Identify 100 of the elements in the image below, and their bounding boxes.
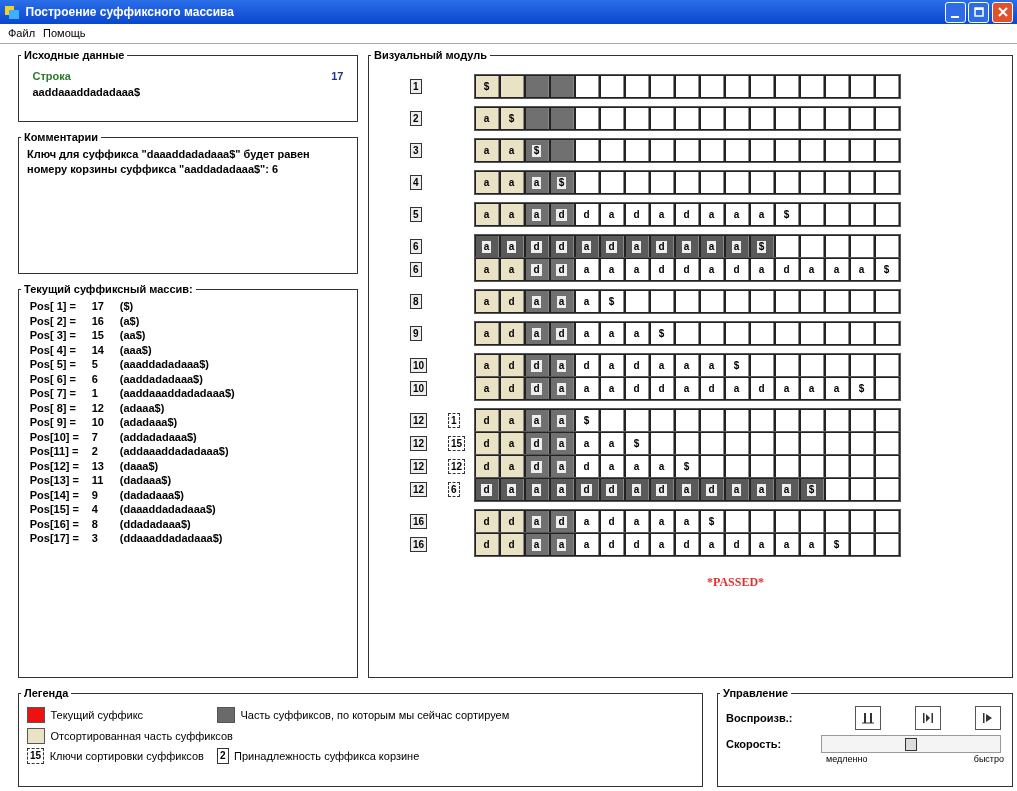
grid-cell: a — [475, 322, 500, 345]
grid-cell — [625, 75, 650, 98]
maximize-button[interactable] — [968, 1, 990, 23]
suffix-text: (adadaaa$) — [119, 415, 178, 430]
close-button[interactable] — [992, 1, 1013, 23]
key-label: 16 — [410, 537, 428, 552]
step-button[interactable] — [915, 705, 942, 730]
key-label: 12 — [410, 436, 428, 451]
grid-cell: $ — [625, 432, 650, 455]
group-title: Комментарии — [23, 132, 100, 143]
pause-button[interactable] — [855, 705, 882, 730]
play-button[interactable] — [975, 705, 1002, 730]
suffix-text: (daaaddadadaaa$) — [119, 502, 216, 517]
grid-cell: a — [675, 235, 700, 258]
grid-cell: d — [500, 354, 525, 377]
grid-cell: d — [600, 533, 625, 556]
grid-cell: a — [550, 533, 575, 556]
array-index: Pos[14] = — [29, 487, 80, 502]
grid-cell — [800, 75, 825, 98]
grid-cell — [775, 409, 800, 432]
grid-cell — [850, 432, 875, 455]
grid-cell — [875, 533, 900, 556]
grid-cell — [850, 322, 875, 345]
menu-item[interactable]: Файл — [4, 25, 40, 42]
grid-cell — [650, 171, 675, 194]
grid-cell — [775, 75, 800, 98]
group-title: Текущий суффиксный массив: — [23, 284, 194, 295]
grid-cell — [825, 139, 850, 162]
grid-cell — [575, 75, 600, 98]
array-value: 9 — [91, 487, 99, 502]
grid-cell: a — [575, 258, 600, 281]
grid-cell: d — [550, 235, 575, 258]
grid-cell: a — [500, 409, 525, 432]
key-label: 10 — [410, 381, 428, 396]
grid-cell — [750, 432, 775, 455]
grid-cell: a — [500, 171, 525, 194]
grid-cell: a — [800, 258, 825, 281]
step-icon — [921, 710, 936, 725]
grid-cell: a — [475, 377, 500, 400]
grid-cell — [675, 171, 700, 194]
array-value: 16 — [91, 313, 105, 328]
grid-cell — [775, 510, 800, 533]
suffix-text: (aaaddadadaaa$) — [119, 357, 209, 372]
grid-cell — [550, 75, 575, 98]
grid-cell: d — [475, 533, 500, 556]
grid-cell — [575, 139, 600, 162]
array-index: Pos[13] = — [29, 473, 80, 488]
grid-cell: d — [475, 432, 500, 455]
minimize-button[interactable] — [944, 1, 966, 23]
grid-cell — [825, 203, 850, 226]
grid-cell — [625, 171, 650, 194]
array-index: Pos[11] = — [29, 444, 80, 459]
suffix-text: (aa$) — [119, 328, 146, 343]
grid-cell — [825, 455, 850, 478]
grid-cell — [650, 107, 675, 130]
grid-cell: a — [750, 203, 775, 226]
grid-cell — [675, 139, 700, 162]
grid-cell: a — [625, 258, 650, 281]
grid-cell — [875, 354, 900, 377]
grid-cell: d — [750, 377, 775, 400]
grid-cell — [675, 409, 700, 432]
grid-cell — [700, 171, 725, 194]
grid-cell: d — [525, 432, 550, 455]
speed-slider[interactable] — [821, 735, 1002, 754]
grid-cell — [825, 409, 850, 432]
grid-cell: a — [625, 235, 650, 258]
grid-cell — [850, 235, 875, 258]
grid-cell: d — [600, 235, 625, 258]
grid-cell: d — [650, 478, 675, 501]
grid-cell: $ — [500, 107, 525, 130]
grid-cell: a — [500, 203, 525, 226]
grid-cell — [750, 75, 775, 98]
menu-item[interactable]: Помощь — [39, 25, 90, 42]
array-value: 17 — [91, 299, 105, 314]
sort-key-label: 6 — [448, 482, 460, 497]
grid-cell: a — [575, 377, 600, 400]
grid-cell: a — [775, 478, 800, 501]
grid-cell — [675, 432, 700, 455]
grid-cell — [800, 455, 825, 478]
grid-cell: a — [650, 533, 675, 556]
status-text: *PASSED* — [706, 573, 765, 591]
grid-cell: $ — [600, 290, 625, 313]
grid-cell — [600, 409, 625, 432]
grid-cell — [850, 510, 875, 533]
array-index: Pos[ 5] = — [29, 357, 77, 372]
grid-cell: d — [475, 478, 500, 501]
grid-cell: a — [825, 258, 850, 281]
grid-cell: d — [525, 455, 550, 478]
grid-cell — [850, 203, 875, 226]
grid-cell: a — [625, 455, 650, 478]
key-label: 2 — [410, 111, 422, 126]
slider-thumb[interactable] — [905, 738, 918, 752]
grid-cell — [725, 75, 750, 98]
grid-cell — [775, 354, 800, 377]
grid-cell: d — [675, 203, 700, 226]
array-value: 3 — [91, 531, 99, 546]
grid-cell: a — [700, 354, 725, 377]
array-value: 7 — [91, 429, 99, 444]
grid-cell — [850, 171, 875, 194]
grid-cell: $ — [725, 354, 750, 377]
